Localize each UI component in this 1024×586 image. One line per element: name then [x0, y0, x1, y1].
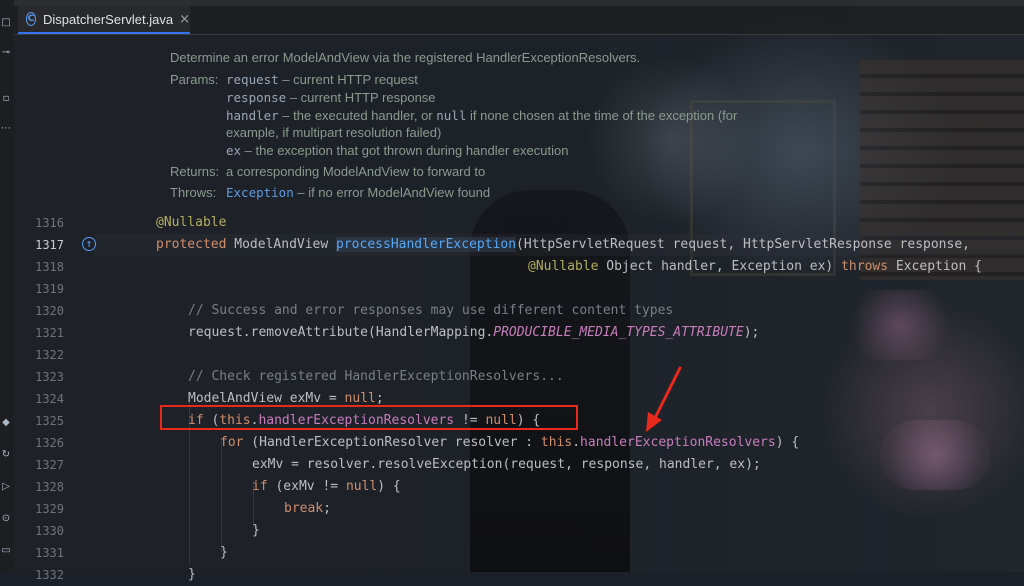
doc-param-name: handler: [226, 108, 279, 123]
line-number: 1323: [35, 370, 64, 384]
doc-param-row: ex – the exception that got thrown durin…: [226, 143, 568, 158]
line-number: 1318: [35, 260, 64, 274]
class-icon: C: [26, 12, 37, 26]
gradle-icon[interactable]: ◆: [0, 416, 12, 428]
doc-param-code: null: [436, 108, 467, 123]
tab-title: DispatcherServlet.java: [43, 11, 174, 27]
code-comment: // Success and error responses may use d…: [188, 303, 674, 318]
run-icon[interactable]: ↻: [0, 448, 12, 460]
doc-returns-row: Returns: a corresponding ModelAndView to …: [170, 164, 485, 179]
code-line: }: [252, 523, 260, 538]
code-line: }: [188, 567, 196, 582]
indent-guide: [221, 438, 222, 552]
line-number: 1316: [35, 216, 64, 230]
line-number: 1325: [35, 414, 64, 428]
doc-throws-link[interactable]: Exception: [226, 185, 294, 200]
line-number: 1326: [35, 436, 64, 450]
code-line: }: [220, 545, 228, 560]
doc-returns-text: a corresponding ModelAndView to forward …: [226, 164, 486, 179]
doc-param-text: – current HTTP response: [286, 90, 436, 105]
line-number: 1317: [35, 238, 64, 252]
code-line: break;: [284, 501, 331, 516]
commit-icon[interactable]: ⊸: [0, 46, 12, 58]
doc-param-text: – current HTTP request: [278, 72, 418, 87]
code-line: exMv = resolver.resolveException(request…: [252, 457, 761, 472]
tool-window-strip: □ ⊸ ▫ ⋯ ◆ ↻ ▷ ⊙ ▭: [0, 0, 14, 572]
annotation-arrow-icon: [646, 366, 682, 432]
services-icon[interactable]: ▭: [0, 544, 12, 556]
override-marker-icon[interactable]: ↑: [82, 237, 96, 251]
doc-throws-row: Throws: Exception – if no error ModelAndV…: [170, 185, 490, 200]
doc-params-row: Params: request – current HTTP request: [170, 72, 418, 87]
doc-throws-label: Throws:: [170, 185, 217, 200]
line-number: 1324: [35, 392, 64, 406]
line-number: 1329: [35, 502, 64, 516]
doc-param-name: response: [226, 90, 287, 105]
code-line: request.removeAttribute(HandlerMapping.P…: [188, 325, 760, 340]
doc-throws-text: – if no error ModelAndView found: [293, 185, 491, 200]
doc-returns-label: Returns:: [170, 164, 220, 179]
code-line: if (exMv != null) {: [252, 479, 401, 494]
doc-param-row: handler – the executed handler, or null …: [226, 108, 737, 123]
doc-param-name: ex: [226, 143, 242, 158]
line-number: 1327: [35, 458, 64, 472]
line-number: 1321: [35, 326, 64, 340]
doc-param-row: response – current HTTP response: [226, 90, 436, 105]
line-number: 1332: [35, 568, 64, 582]
method-name: processHandlerException: [336, 237, 517, 252]
line-number: 1322: [35, 348, 64, 362]
project-icon[interactable]: □: [0, 16, 12, 28]
doc-param-tail: if none chosen at the time of the except…: [466, 108, 738, 123]
code-line: @Nullable Object handler, Exception ex) …: [528, 259, 982, 274]
highlight-box: [160, 405, 578, 430]
doc-description: Determine an error ModelAndView via the …: [170, 50, 641, 65]
editor-tab-bar: C DispatcherServlet.java ×: [14, 6, 1024, 35]
code-line: for (HandlerExceptionResolver resolver :…: [220, 435, 800, 450]
tab-dispatcherservlet[interactable]: C DispatcherServlet.java ×: [18, 6, 190, 34]
terminal-icon[interactable]: ▷: [0, 480, 12, 492]
code-line: @Nullable: [156, 215, 227, 230]
line-number: 1328: [35, 480, 64, 494]
code-line: protected ModelAndView processHandlerExc…: [156, 237, 970, 252]
problems-icon[interactable]: ⊙: [0, 512, 12, 524]
doc-param-text: – the executed handler, or: [278, 108, 437, 123]
doc-param-text: – the exception that got thrown during h…: [241, 143, 569, 158]
line-number: 1330: [35, 524, 64, 538]
line-number: 1319: [35, 282, 64, 296]
close-icon[interactable]: ×: [179, 12, 190, 27]
code-comment: // Check registered HandlerExceptionReso…: [188, 369, 564, 384]
javadoc-panel: Determine an error ModelAndView via the …: [158, 38, 1018, 206]
doc-param-name: request: [226, 72, 279, 87]
doc-param-continuation: example, if multipart resolution failed): [226, 125, 442, 140]
line-number: 1320: [35, 304, 64, 318]
more-icon[interactable]: ⋯: [0, 122, 12, 134]
line-number: 1331: [35, 546, 64, 560]
structure-icon[interactable]: ▫: [0, 92, 12, 104]
doc-params-label: Params:: [170, 72, 219, 87]
